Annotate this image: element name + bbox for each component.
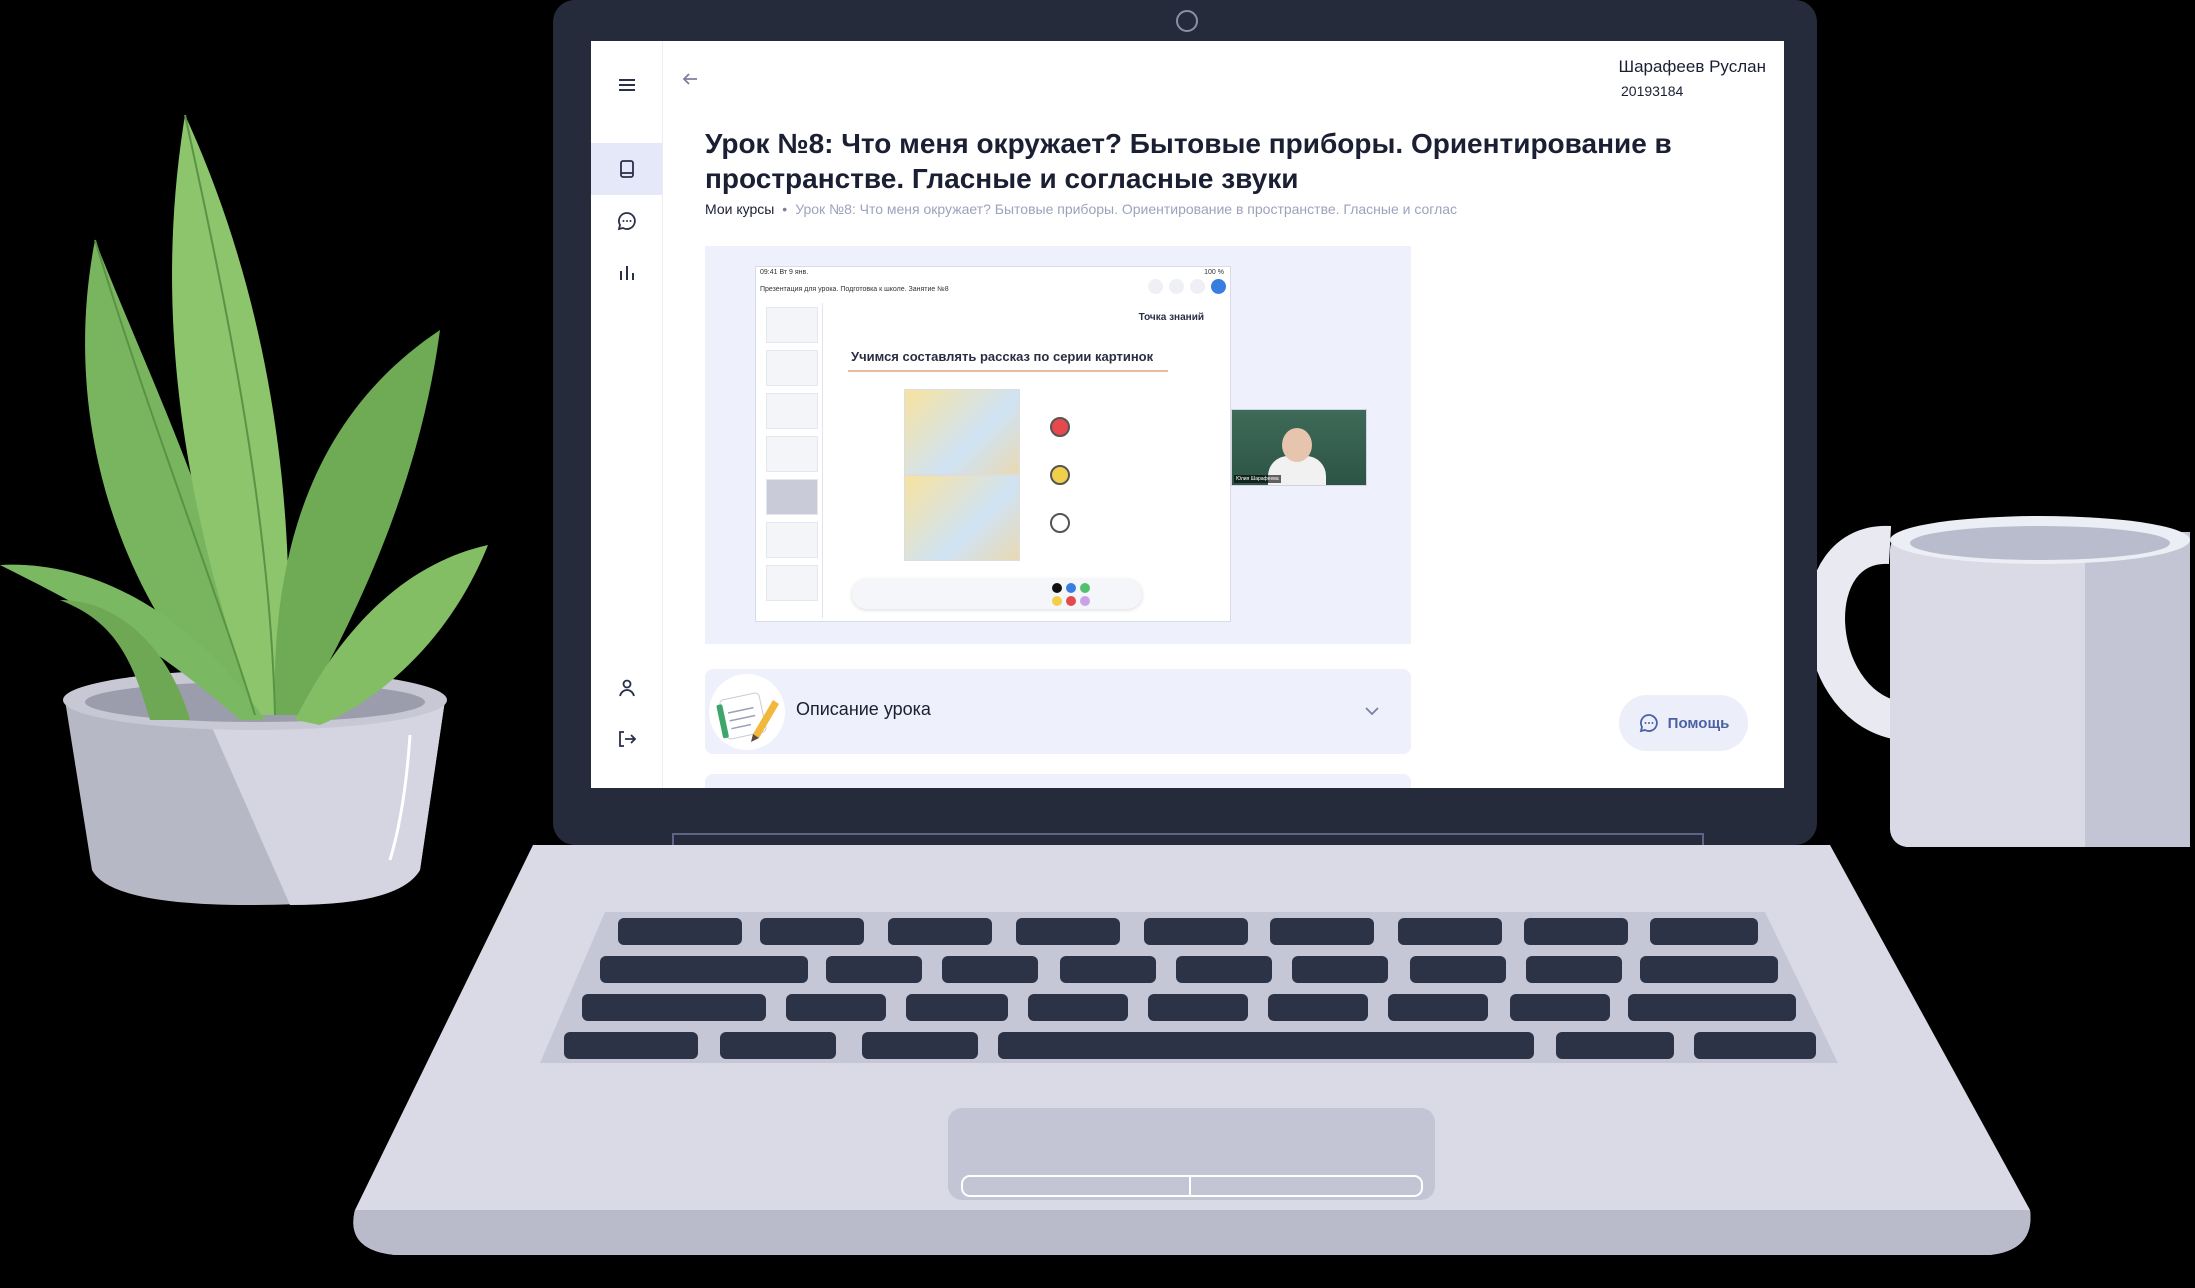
slide-thumbnail xyxy=(766,393,818,429)
mug-illustration xyxy=(1807,516,2190,847)
slide-doc-title: Презентация для урока. Подготовка к школ… xyxy=(760,286,949,293)
sidebar-item-profile[interactable] xyxy=(591,662,662,714)
arrow-left-icon[interactable] xyxy=(678,67,702,91)
sequence-dot xyxy=(1050,417,1070,437)
chat-icon xyxy=(617,212,636,231)
accordion-title: Описание урока xyxy=(796,699,931,719)
breadcrumb-separator: • xyxy=(782,201,788,217)
notepad-pencil-icon xyxy=(709,674,785,750)
sidebar-item-courses[interactable] xyxy=(591,143,662,195)
drawing-toolbar xyxy=(852,579,1142,609)
color-swatch xyxy=(1066,583,1076,593)
done-icon xyxy=(1211,279,1226,294)
user-id: 20193184 xyxy=(1621,83,1684,99)
lesson-description-accordion[interactable]: Описание урока xyxy=(705,669,1411,754)
user-name[interactable]: Шарафеев Руслан xyxy=(1618,57,1766,77)
slide-thumbnail xyxy=(766,522,818,558)
slide-thumbnail xyxy=(766,479,818,515)
story-picture xyxy=(904,389,1020,475)
sidebar-rail xyxy=(591,41,663,788)
teacher-face xyxy=(1282,428,1312,462)
slide-battery: 100 % xyxy=(1204,269,1224,276)
logout-button[interactable] xyxy=(591,713,662,765)
slide-thumbnails xyxy=(760,303,823,618)
person-icon xyxy=(618,679,635,697)
help-button[interactable]: Помощь xyxy=(1619,695,1748,751)
slide-thumbnail xyxy=(766,307,818,343)
chevron-down-icon[interactable] xyxy=(1361,700,1383,722)
sidebar-item-chat[interactable] xyxy=(591,195,662,247)
app-screen: Шарафеев Руслан 20193184 Урок №8: Что ме… xyxy=(591,41,1784,788)
page-title: Урок №8: Что меня окружает? Бытовые приб… xyxy=(705,128,1672,194)
sequence-dot xyxy=(1050,465,1070,485)
color-swatch xyxy=(1052,596,1062,606)
lesson-video-player[interactable]: 09:41 Вт 9 янв. 100 % Презентация для ур… xyxy=(705,246,1411,644)
breadcrumb-current: Урок №8: Что меня окружает? Бытовые приб… xyxy=(795,201,1458,217)
menu-icon xyxy=(618,79,635,91)
color-swatch xyxy=(1066,596,1076,606)
slide-thumbnail xyxy=(766,565,818,601)
bar-chart-icon xyxy=(619,266,634,280)
story-picture xyxy=(904,475,1020,561)
slide-underline xyxy=(848,370,1168,372)
teacher-webcam: Юлия Шарафеева xyxy=(1231,409,1367,486)
slide-thumbnail xyxy=(766,436,818,472)
next-section-accordion[interactable] xyxy=(705,774,1411,788)
plant-leaves-illustration xyxy=(0,114,488,725)
help-button-label: Помощь xyxy=(1667,714,1730,732)
webcam-label: Юлия Шарафеева xyxy=(1234,475,1281,483)
record-icon xyxy=(1169,279,1184,294)
slide-toolbar xyxy=(1148,279,1226,294)
slide-heading: Учимся составлять рассказ по серии карти… xyxy=(851,349,1154,364)
color-swatch xyxy=(1080,583,1090,593)
book-icon xyxy=(619,160,634,178)
menu-button[interactable] xyxy=(591,59,662,111)
chat-bubble-icon xyxy=(1639,714,1658,733)
logout-icon xyxy=(618,731,636,747)
sequence-dot xyxy=(1050,513,1070,533)
breadcrumb: Мои курсы • Урок №8: Что меня окружает? Бы… xyxy=(705,201,1535,217)
slide-thumbnail xyxy=(766,350,818,386)
slide-status-bar: 09:41 Вт 9 янв. 100 % Презентация для ур… xyxy=(756,267,1230,299)
presentation-slide: 09:41 Вт 9 янв. 100 % Презентация для ур… xyxy=(755,266,1231,622)
breadcrumb-link-my-courses[interactable]: Мои курсы xyxy=(705,201,774,217)
laptop-base-illustration xyxy=(353,845,2031,1255)
color-swatch xyxy=(1052,583,1062,593)
sidebar-item-stats[interactable] xyxy=(591,247,662,299)
share-icon xyxy=(1190,279,1205,294)
slide-time: 09:41 Вт 9 янв. xyxy=(760,269,809,276)
brand-logo: Точка знаний xyxy=(1138,312,1204,323)
pen-tool-icon xyxy=(1148,279,1163,294)
color-swatch xyxy=(1080,596,1090,606)
